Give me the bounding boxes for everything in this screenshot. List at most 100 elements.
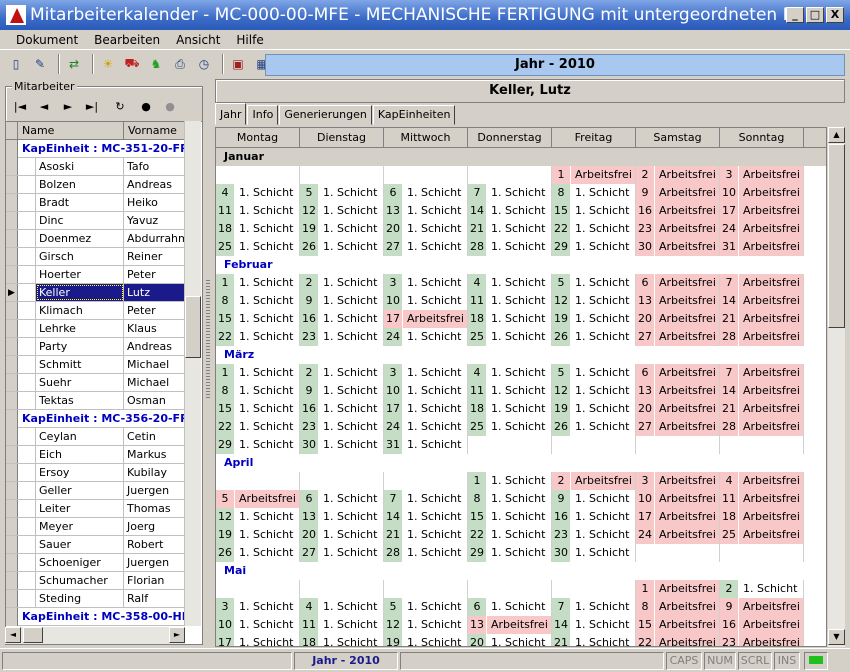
day-cell[interactable]: 4 1. Schicht [300, 598, 384, 616]
day-cell[interactable]: 8 1. Schicht [216, 292, 300, 310]
day-cell[interactable]: 11 Arbeitsfrei [720, 490, 804, 508]
cell-name[interactable]: Party [36, 338, 124, 355]
day-cell[interactable]: 12 1. Schicht [552, 382, 636, 400]
day-cell[interactable]: 15 1. Schicht [216, 400, 300, 418]
tab-info[interactable]: Info [247, 105, 279, 125]
grid-horizontal-scrollbar[interactable]: ◄ ► [5, 627, 185, 644]
day-cell[interactable]: 27 Arbeitsfrei [636, 328, 720, 346]
cell-name[interactable]: Doenmez [36, 230, 124, 247]
day-cell[interactable]: 18 1. Schicht [300, 634, 384, 646]
scroll-left-icon[interactable]: ◄ [5, 627, 21, 643]
calendar-scroll-thumb[interactable] [828, 144, 845, 328]
day-cell[interactable]: 8 1. Schicht [216, 382, 300, 400]
day-cell[interactable]: 30 Arbeitsfrei [636, 238, 720, 256]
day-cell[interactable]: 3 1. Schicht [384, 364, 468, 382]
day-cell[interactable]: 24 Arbeitsfrei [720, 220, 804, 238]
day-cell[interactable]: 4 1. Schicht [216, 184, 300, 202]
cell-firstname[interactable]: Florian [124, 572, 186, 589]
cell-name[interactable]: Tektas [36, 392, 124, 409]
cell-firstname[interactable]: Osman [124, 392, 186, 409]
day-cell[interactable]: 24 1. Schicht [384, 328, 468, 346]
table-row[interactable]: Hoerter Peter [6, 266, 186, 284]
cell-name[interactable]: Eich [36, 446, 124, 463]
prev-record-button[interactable]: ◄ [34, 99, 54, 115]
cell-firstname[interactable]: Peter [124, 302, 186, 319]
day-cell[interactable]: 7 1. Schicht [384, 490, 468, 508]
tab-jahr[interactable]: Jahr [215, 103, 247, 125]
table-row[interactable]: Dinc Yavuz [6, 212, 186, 230]
cell-name[interactable]: Geller [36, 482, 124, 499]
day-cell[interactable]: 22 1. Schicht [216, 418, 300, 436]
day-cell[interactable]: 11 1. Schicht [216, 202, 300, 220]
day-cell[interactable]: 18 1. Schicht [468, 310, 552, 328]
day-cell[interactable]: 20 Arbeitsfrei [636, 400, 720, 418]
day-cell[interactable]: 9 Arbeitsfrei [720, 598, 804, 616]
cell-name[interactable]: Hoerter [36, 266, 124, 283]
day-cell[interactable]: 23 1. Schicht [300, 328, 384, 346]
cell-name[interactable]: Meyer [36, 518, 124, 535]
print-icon[interactable]: ⎙ [170, 54, 190, 74]
day-cell[interactable]: 16 Arbeitsfrei [720, 616, 804, 634]
cell-firstname[interactable]: Lutz [124, 284, 186, 301]
table-row[interactable]: Asoski Tafo [6, 158, 186, 176]
day-cell[interactable]: 4 Arbeitsfrei [720, 472, 804, 490]
table-row[interactable]: Party Andreas [6, 338, 186, 356]
table-row[interactable]: Eich Markus [6, 446, 186, 464]
day-cell[interactable]: 17 Arbeitsfrei [384, 310, 468, 328]
day-cell[interactable]: 19 1. Schicht [300, 220, 384, 238]
day-cell[interactable]: 10 1. Schicht [384, 292, 468, 310]
day-cell[interactable]: 2 1. Schicht [300, 364, 384, 382]
day-cell[interactable]: 2 1. Schicht [300, 274, 384, 292]
cell-firstname[interactable]: Abdurrahm [124, 230, 186, 247]
clock-icon[interactable]: ◷ [194, 54, 214, 74]
day-cell[interactable]: 18 1. Schicht [216, 220, 300, 238]
day-cell[interactable]: 6 1. Schicht [468, 598, 552, 616]
cell-firstname[interactable]: Michael [124, 374, 186, 391]
cell-firstname[interactable]: Reiner [124, 248, 186, 265]
cell-name[interactable]: Schumacher [36, 572, 124, 589]
day-cell[interactable]: 21 1. Schicht [384, 526, 468, 544]
cell-firstname[interactable]: Joerg [124, 518, 186, 535]
day-cell[interactable]: 7 Arbeitsfrei [720, 364, 804, 382]
day-cell[interactable]: 7 1. Schicht [468, 184, 552, 202]
first-record-button[interactable]: |◄ [10, 99, 30, 115]
table-row[interactable]: Lehrke Klaus [6, 320, 186, 338]
day-cell[interactable]: 22 1. Schicht [468, 526, 552, 544]
day-cell[interactable]: 28 1. Schicht [468, 238, 552, 256]
day-cell[interactable]: 19 1. Schicht [216, 526, 300, 544]
cell-name[interactable]: Keller [36, 284, 124, 301]
day-cell[interactable]: 30 1. Schicht [552, 544, 636, 562]
table-row[interactable]: Suehr Michael [6, 374, 186, 392]
day-cell[interactable]: 16 Arbeitsfrei [636, 202, 720, 220]
cell-name[interactable]: Girsch [36, 248, 124, 265]
day-cell[interactable]: 17 Arbeitsfrei [720, 202, 804, 220]
maximize-button[interactable]: □ [806, 7, 824, 23]
cell-firstname[interactable]: Robert [124, 536, 186, 553]
day-cell[interactable]: 21 Arbeitsfrei [720, 310, 804, 328]
day-cell[interactable]: 25 1. Schicht [468, 418, 552, 436]
table-row[interactable]: Girsch Reiner [6, 248, 186, 266]
day-cell[interactable]: 14 1. Schicht [552, 616, 636, 634]
table-row[interactable]: Bradt Heiko [6, 194, 186, 212]
col-name-header[interactable]: Name [18, 122, 124, 139]
day-cell[interactable]: 13 Arbeitsfrei [636, 292, 720, 310]
menu-hilfe[interactable]: Hilfe [228, 33, 271, 47]
table-row[interactable]: Schmitt Michael [6, 356, 186, 374]
day-cell[interactable]: 23 Arbeitsfrei [720, 634, 804, 646]
cell-firstname[interactable]: Kubilay [124, 464, 186, 481]
day-cell[interactable]: 19 1. Schicht [552, 310, 636, 328]
day-cell[interactable]: 14 1. Schicht [468, 202, 552, 220]
table-row[interactable]: Bolzen Andreas [6, 176, 186, 194]
day-cell[interactable]: 31 1. Schicht [384, 436, 468, 454]
day-cell[interactable]: 17 1. Schicht [216, 634, 300, 646]
day-cell[interactable]: 18 Arbeitsfrei [720, 508, 804, 526]
tab-kapeinheiten[interactable]: KapEinheiten [372, 105, 456, 125]
day-cell[interactable]: 5 1. Schicht [300, 184, 384, 202]
table-row[interactable]: Klimach Peter [6, 302, 186, 320]
day-cell[interactable]: 4 1. Schicht [468, 364, 552, 382]
panel-splitter[interactable] [206, 280, 210, 400]
next-record-button[interactable]: ► [58, 99, 78, 115]
day-cell[interactable]: 15 1. Schicht [216, 310, 300, 328]
cell-firstname[interactable]: Tafo [124, 158, 186, 175]
day-cell[interactable]: 12 1. Schicht [384, 616, 468, 634]
